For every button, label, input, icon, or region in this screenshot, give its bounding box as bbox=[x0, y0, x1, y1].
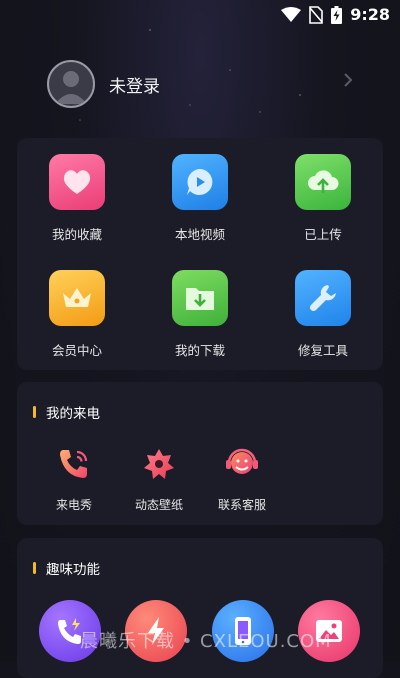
calls-item-live-wallpaper[interactable]: 动态壁纸 bbox=[117, 444, 201, 513]
status-time: 9:28 bbox=[350, 5, 390, 24]
fun-section-card: 趣味功能 bbox=[17, 538, 383, 678]
calls-item-customer-service[interactable]: 联系客服 bbox=[200, 444, 284, 513]
grid-label: 我的收藏 bbox=[51, 227, 102, 242]
grid-item-local-video[interactable]: 本地视频 bbox=[140, 154, 260, 243]
chevron-right-icon[interactable] bbox=[343, 72, 353, 88]
grid-item-uploaded[interactable]: 已上传 bbox=[263, 154, 383, 243]
grid-label: 已上传 bbox=[304, 227, 342, 242]
heart-icon bbox=[49, 154, 105, 210]
main-feature-card: 我的收藏 本地视频 已上传 会员中心 我的下载 修复工具 bbox=[17, 138, 383, 370]
profile-name[interactable]: 未登录 bbox=[109, 72, 160, 97]
calls-section-card: 我的来电 来电秀 动态壁纸 联系客服 bbox=[17, 382, 383, 525]
watermark: 晨曦乐下载 • CXLEOU.COM bbox=[80, 631, 332, 652]
avatar[interactable] bbox=[47, 60, 95, 108]
grid-item-vip[interactable]: 会员中心 bbox=[17, 270, 137, 359]
headset-icon bbox=[222, 444, 262, 484]
phone-ringing-icon bbox=[54, 444, 94, 484]
profile-row[interactable]: 未登录 bbox=[47, 58, 357, 110]
section-accent-bar bbox=[33, 562, 36, 574]
grid-label: 本地视频 bbox=[174, 227, 225, 242]
wifi-icon bbox=[281, 6, 302, 22]
no-sim-icon bbox=[309, 5, 324, 24]
calls-label: 联系客服 bbox=[217, 498, 266, 512]
crown-icon bbox=[49, 270, 105, 326]
section-accent-bar bbox=[33, 406, 36, 418]
battery-charging-icon bbox=[331, 5, 343, 24]
wrench-icon bbox=[295, 270, 351, 326]
grid-label: 会员中心 bbox=[51, 343, 102, 358]
calls-item-ringtone-show[interactable]: 来电秀 bbox=[32, 444, 116, 513]
cloud-upload-icon bbox=[295, 154, 351, 210]
grid-label: 修复工具 bbox=[297, 343, 348, 358]
grid-label: 我的下载 bbox=[174, 343, 225, 358]
user-silhouette-icon bbox=[55, 71, 87, 104]
grid-item-repair-tools[interactable]: 修复工具 bbox=[263, 270, 383, 359]
section-header: 我的来电 bbox=[33, 402, 100, 422]
section-header: 趣味功能 bbox=[33, 558, 100, 578]
section-title: 我的来电 bbox=[46, 406, 100, 422]
flower-icon bbox=[139, 444, 179, 484]
grid-item-favorites[interactable]: 我的收藏 bbox=[17, 154, 137, 243]
section-title: 趣味功能 bbox=[46, 562, 100, 578]
grid-item-downloads[interactable]: 我的下载 bbox=[140, 270, 260, 359]
calls-label: 来电秀 bbox=[55, 498, 92, 512]
status-bar: 9:28 bbox=[0, 0, 400, 121]
play-bubble-icon bbox=[172, 154, 228, 210]
calls-label: 动态壁纸 bbox=[134, 498, 183, 512]
folder-download-icon bbox=[172, 270, 228, 326]
